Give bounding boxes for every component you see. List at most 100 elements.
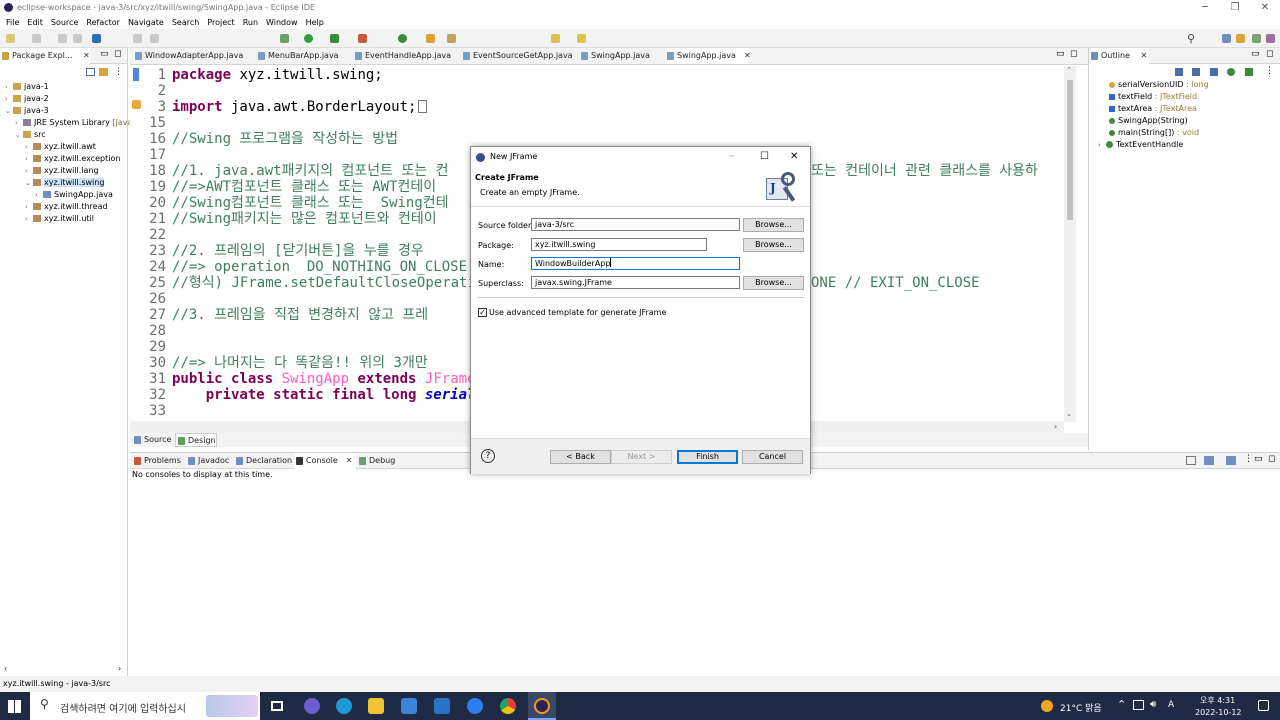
- outline-item-swingapp-ctor[interactable]: SwingApp(String): [1109, 115, 1188, 127]
- outline-item-main[interactable]: main(String[]) : void: [1109, 127, 1199, 139]
- dialog-maximize-button[interactable]: ☐: [760, 147, 769, 167]
- collapse-icon[interactable]: ⌄: [25, 177, 33, 189]
- menu-window[interactable]: Window: [266, 18, 298, 27]
- browse-superclass-button[interactable]: Browse...: [743, 276, 804, 290]
- expand-icon[interactable]: ›: [15, 117, 23, 129]
- tree-item-java-1[interactable]: › java-1: [5, 81, 49, 93]
- expand-icon[interactable]: ›: [25, 165, 33, 177]
- tree-item-pkg-util[interactable]: › xyz.itwill.util: [25, 213, 94, 225]
- expand-icon[interactable]: ›: [1098, 139, 1106, 151]
- hide-nonpublic-icon[interactable]: [1227, 68, 1235, 76]
- search-tool-icon[interactable]: [447, 34, 456, 43]
- file-explorer-icon[interactable]: [368, 698, 384, 714]
- outline-item-textfield[interactable]: textField : JTextField: [1109, 91, 1197, 103]
- menu-help[interactable]: Help: [306, 18, 324, 27]
- tab-swingapp-1[interactable]: SwingApp.java: [579, 48, 661, 64]
- expand-icon[interactable]: ›: [5, 81, 13, 93]
- new-dropdown-icon[interactable]: [32, 34, 41, 43]
- debug-icon[interactable]: [280, 34, 289, 43]
- expand-icon[interactable]: ›: [25, 213, 33, 225]
- tab-design[interactable]: Design: [175, 433, 217, 447]
- menu-run[interactable]: Run: [243, 18, 258, 27]
- minimize-view-icon[interactable]: ▭: [1056, 49, 1065, 59]
- new-class-icon[interactable]: [398, 34, 407, 43]
- package-field[interactable]: xyz.itwill.swing: [531, 238, 707, 251]
- tab-swingapp-active[interactable]: SwingApp.java ✕: [665, 48, 751, 64]
- maximize-view-icon[interactable]: ◻: [1266, 49, 1273, 59]
- run-icon[interactable]: [304, 34, 313, 43]
- scroll-left-icon[interactable]: ‹: [4, 664, 7, 673]
- mail-icon[interactable]: [434, 698, 450, 714]
- chrome-icon[interactable]: [500, 698, 516, 714]
- link-editor-icon[interactable]: [99, 68, 108, 76]
- scroll-thumb[interactable]: [1067, 80, 1073, 220]
- new-icon[interactable]: [6, 34, 15, 43]
- coverage-icon[interactable]: [330, 34, 339, 43]
- tab-outline[interactable]: Outline ✕: [1089, 48, 1149, 64]
- expand-icon[interactable]: ›: [35, 189, 43, 201]
- minimize-button[interactable]: ─: [1190, 0, 1220, 15]
- debug-perspective-icon[interactable]: [1252, 34, 1261, 43]
- maximize-button[interactable]: ❐: [1220, 0, 1250, 15]
- expand-icon[interactable]: ›: [25, 153, 33, 165]
- app-icon[interactable]: [467, 698, 483, 714]
- pin-console-icon[interactable]: [1226, 456, 1236, 465]
- tab-menubarapp[interactable]: MenuBarApp.java: [256, 48, 354, 64]
- finish-button[interactable]: Finish: [677, 450, 738, 464]
- hide-fields-icon[interactable]: [1192, 68, 1200, 76]
- menu-project[interactable]: Project: [207, 18, 234, 27]
- terminal-icon[interactable]: [92, 34, 101, 43]
- edge-icon[interactable]: [336, 698, 352, 714]
- minimize-view-icon[interactable]: ▭: [1254, 454, 1263, 464]
- tab-debug[interactable]: Debug: [357, 453, 407, 469]
- menu-refactor[interactable]: Refactor: [86, 18, 120, 27]
- maximize-view-icon[interactable]: ◻: [1070, 49, 1077, 59]
- eclipse-taskbar-button[interactable]: [528, 692, 556, 720]
- tree-item-pkg-swing[interactable]: ⌄ xyz.itwill.swing: [25, 177, 105, 189]
- expand-icon[interactable]: ›: [5, 93, 13, 105]
- sort-icon[interactable]: [1175, 68, 1183, 76]
- tree-item-pkg-lang[interactable]: › xyz.itwill.lang: [25, 165, 99, 177]
- resume-icon[interactable]: [150, 34, 159, 43]
- weather-text[interactable]: 21°C 맑음: [1060, 701, 1102, 714]
- tree-item-src[interactable]: ⌄ src: [15, 129, 46, 141]
- maximize-view-icon[interactable]: ◻: [1268, 454, 1275, 464]
- outline-item-texteventhandle[interactable]: › TextEventHandle: [1098, 139, 1183, 151]
- tree-item-pkg-exception[interactable]: › xyz.itwill.exception: [25, 153, 120, 165]
- close-icon[interactable]: ✕: [744, 51, 751, 60]
- tray-date[interactable]: 2022-10-12: [1195, 708, 1242, 717]
- maximize-view-icon[interactable]: ◻: [114, 49, 121, 59]
- tab-declaration[interactable]: Declaration: [234, 453, 300, 469]
- network-icon[interactable]: [1133, 700, 1144, 710]
- tray-time[interactable]: 오후 4:31: [1200, 695, 1235, 706]
- taskbar-search-box[interactable]: ⚲ 검색하려면 여기에 입력하십시: [30, 692, 260, 720]
- minimize-view-icon[interactable]: ▭: [1251, 49, 1260, 59]
- forward-nav-icon[interactable]: [577, 34, 586, 43]
- minimize-view-icon[interactable]: ▭: [100, 49, 109, 59]
- console-display-icon[interactable]: [1186, 456, 1196, 465]
- tab-package-explorer[interactable]: Package Expl... ✕: [0, 48, 90, 64]
- task-view-icon[interactable]: [271, 701, 283, 711]
- menu-navigate[interactable]: Navigate: [128, 18, 164, 27]
- team-perspective-icon[interactable]: [1266, 34, 1275, 43]
- view-menu-icon[interactable]: ⋮: [1265, 66, 1274, 76]
- collapse-icon[interactable]: ⌄: [15, 129, 23, 141]
- back-button[interactable]: < Back: [550, 450, 611, 464]
- next-button[interactable]: Next >: [611, 450, 672, 464]
- source-folder-field[interactable]: java-3/src: [531, 218, 740, 231]
- menu-file[interactable]: File: [6, 18, 19, 27]
- close-window-button[interactable]: ✕: [1250, 0, 1280, 15]
- collapse-icon[interactable]: ⌄: [5, 105, 13, 117]
- editor-vertical-scrollbar[interactable]: ⌃ ⌄: [1064, 66, 1076, 422]
- tab-problems[interactable]: Problems: [132, 453, 186, 469]
- view-menu-icon[interactable]: ⋮: [1244, 454, 1253, 464]
- folded-code-icon[interactable]: [418, 100, 428, 113]
- search-icon[interactable]: ⚲: [1187, 32, 1195, 45]
- tree-item-java-3[interactable]: ⌄ java-3: [5, 105, 49, 117]
- tree-item-pkg-thread[interactable]: › xyz.itwill.thread: [25, 201, 108, 213]
- skip-breakpoints-icon[interactable]: [133, 34, 142, 43]
- back-nav-icon[interactable]: [551, 34, 560, 43]
- tree-item-swingapp-java[interactable]: › SwingApp.java: [35, 189, 113, 201]
- menu-search[interactable]: Search: [172, 18, 199, 27]
- tray-overflow-icon[interactable]: ⌃: [1117, 698, 1126, 711]
